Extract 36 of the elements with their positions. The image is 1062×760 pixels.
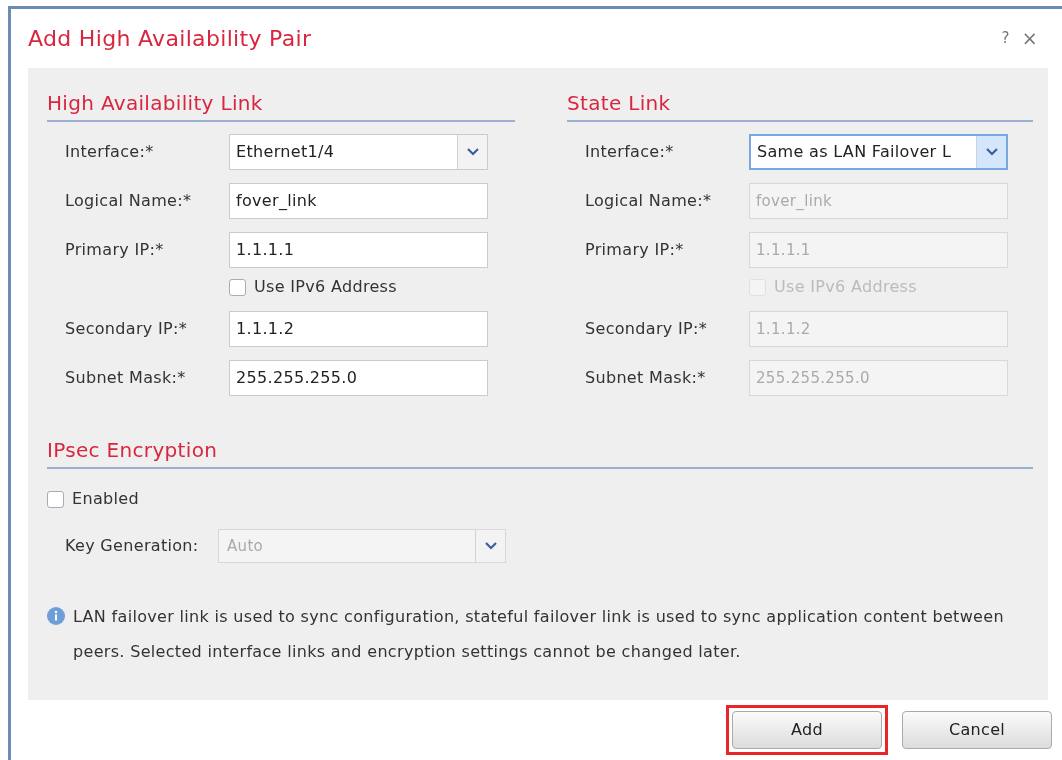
checkbox-label: Use IPv6 Address bbox=[254, 276, 397, 298]
field-label: Secondary IP:* bbox=[64, 318, 189, 340]
chevron-down-icon bbox=[985, 148, 998, 156]
close-button[interactable]: × bbox=[1021, 24, 1038, 53]
input-field[interactable]: 1.1.1.1 bbox=[229, 232, 488, 268]
chevron-down-icon bbox=[466, 148, 479, 156]
dropdown-button[interactable] bbox=[976, 136, 1006, 168]
chevron-down-icon bbox=[484, 542, 497, 550]
checkbox[interactable] bbox=[47, 490, 64, 508]
field-label: Key Generation: bbox=[64, 535, 200, 557]
field-label: Primary IP:* bbox=[584, 239, 685, 261]
dialog-button[interactable]: Add bbox=[732, 711, 882, 749]
section-heading: High Availability Link bbox=[47, 91, 263, 115]
input-field[interactable]: 255.255.255.0 bbox=[229, 360, 488, 396]
dialog-button[interactable]: Cancel bbox=[902, 711, 1052, 749]
checkbox[interactable] bbox=[229, 278, 246, 296]
checkbox-label: Enabled bbox=[72, 488, 139, 510]
input-field[interactable]: fover_link bbox=[229, 183, 488, 219]
field-label: Logical Name:* bbox=[64, 190, 193, 212]
input-field[interactable]: 1.1.1.2 bbox=[229, 311, 488, 347]
field-label: Logical Name:* bbox=[584, 190, 713, 212]
info-icon bbox=[47, 607, 65, 625]
field-label: Interface:* bbox=[64, 141, 155, 163]
help-button[interactable]: ? bbox=[1001, 27, 1010, 50]
dropdown-button[interactable] bbox=[457, 135, 487, 169]
field-label: Subnet Mask:* bbox=[64, 367, 187, 389]
section-heading: IPsec Encryption bbox=[47, 438, 218, 462]
info-text: LAN failover link is used to sync configuration, stateful failover link is used to sync application content between peers. Selected interface links and encryption settings cannot be changed later. bbox=[28, 599, 1033, 669]
field-label: Interface:* bbox=[584, 141, 675, 163]
field-label: Primary IP:* bbox=[64, 239, 165, 261]
dialog-title: Add High Availability Pair bbox=[28, 25, 313, 53]
field-label: Secondary IP:* bbox=[584, 318, 709, 340]
section-heading: State Link bbox=[567, 91, 671, 115]
interface-dropdown[interactable]: Same as LAN Failover L bbox=[749, 134, 1008, 170]
field-label: Subnet Mask:* bbox=[584, 367, 707, 389]
interface-dropdown[interactable]: Ethernet1/4 bbox=[229, 134, 488, 170]
